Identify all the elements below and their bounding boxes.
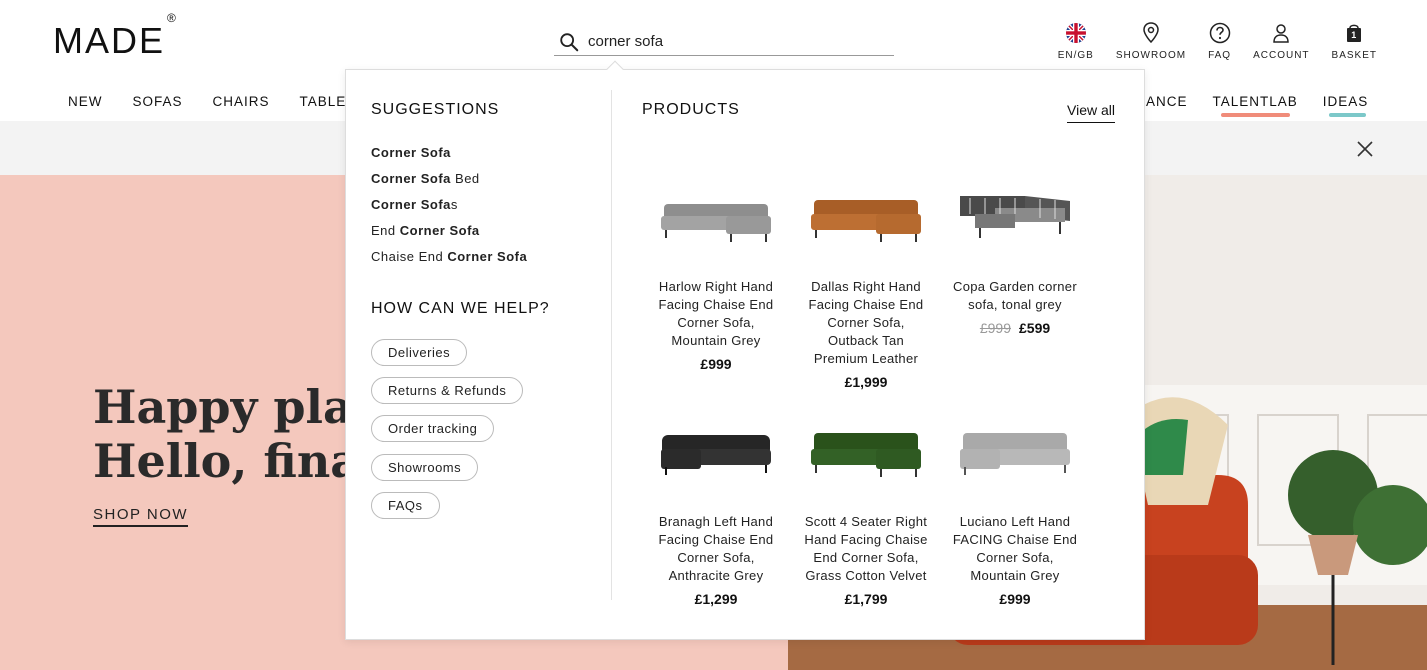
dropdown-caret xyxy=(606,60,624,78)
suggestions-title: SUGGESTIONS xyxy=(371,101,500,118)
product-card[interactable]: Branagh Left Hand Facing Chaise End Corn… xyxy=(651,411,781,607)
basket-count: 1 xyxy=(1351,30,1358,40)
product-image[interactable] xyxy=(801,176,931,256)
suggestion-item[interactable]: Corner Sofa xyxy=(371,145,451,160)
product-name[interactable]: Luciano Left Hand FACING Chaise End Corn… xyxy=(950,513,1080,585)
help-order-tracking-button[interactable]: Order tracking xyxy=(371,415,495,442)
product-old-price: £999 xyxy=(979,320,1011,336)
search-input[interactable] xyxy=(588,33,868,50)
product-name[interactable]: Scott 4 Seater Right Hand Facing Chaise … xyxy=(801,513,931,585)
suggestion-item[interactable]: End Corner Sofa xyxy=(371,223,480,238)
basket-link[interactable]: 1 BASKET xyxy=(1332,22,1377,61)
language-label: EN/GB xyxy=(1057,50,1094,61)
product-card[interactable]: Harlow Right Hand Facing Chaise End Corn… xyxy=(651,176,781,372)
product-card[interactable]: Scott 4 Seater Right Hand Facing Chaise … xyxy=(801,411,931,607)
suggestion-item[interactable]: Chaise End Corner Sofa xyxy=(371,249,527,264)
nav-chairs[interactable]: CHAIRS xyxy=(213,94,270,109)
location-pin-icon xyxy=(1143,22,1159,44)
showroom-label: SHOWROOM xyxy=(1115,50,1187,61)
product-price: £1,999 xyxy=(844,374,888,390)
product-name[interactable]: Branagh Left Hand Facing Chaise End Corn… xyxy=(651,513,781,585)
language-selector[interactable]: EN/GB xyxy=(1058,22,1094,61)
help-deliveries-button[interactable]: Deliveries xyxy=(371,339,468,366)
product-price: £999 £599 xyxy=(950,320,1080,336)
product-image[interactable] xyxy=(651,411,781,491)
hero-title-line-1: Happy plac xyxy=(93,380,381,434)
product-image[interactable] xyxy=(651,176,781,256)
main-nav-right: ANCE TALENTLAB IDEAS xyxy=(1146,94,1393,117)
uk-flag-icon xyxy=(1065,23,1086,43)
user-icon xyxy=(1273,24,1290,43)
logo-text: MADE xyxy=(53,20,166,61)
account-link[interactable]: ACCOUNT xyxy=(1253,22,1309,61)
help-showrooms-button[interactable]: Showrooms xyxy=(371,454,479,481)
close-icon[interactable] xyxy=(1356,140,1374,158)
search-icon[interactable] xyxy=(558,31,580,53)
nav-sofas[interactable]: SOFAS xyxy=(133,94,183,109)
question-icon xyxy=(1209,22,1230,44)
products-title: PRODUCTS xyxy=(642,101,740,118)
hero-title: Happy plac Hello, fina xyxy=(93,380,381,488)
product-card[interactable]: Dallas Right Hand Facing Chaise End Corn… xyxy=(801,176,931,390)
product-price: £999 xyxy=(999,591,1031,607)
product-price: £999 xyxy=(700,356,732,372)
nav-clearance[interactable]: ANCE xyxy=(1146,94,1188,109)
help-faqs-button[interactable]: FAQs xyxy=(371,492,440,519)
product-image[interactable] xyxy=(950,411,1080,491)
product-price: £1,799 xyxy=(844,591,888,607)
faq-link[interactable]: FAQ xyxy=(1208,22,1231,61)
page: MADE® EN/GB SHOWROOM FAQ ACCOUNT 1 BASKE… xyxy=(0,0,1427,670)
hero-title-line-2: Hello, fina xyxy=(93,434,361,488)
product-card[interactable]: Luciano Left Hand FACING Chaise End Corn… xyxy=(950,411,1080,607)
logo-registered-mark: ® xyxy=(167,11,178,25)
showroom-link[interactable]: SHOWROOM xyxy=(1116,22,1186,61)
faq-label: FAQ xyxy=(1208,50,1232,61)
product-name[interactable]: Harlow Right Hand Facing Chaise End Corn… xyxy=(651,278,781,350)
product-sale-price: £599 xyxy=(1019,320,1051,336)
product-card[interactable]: Copa Garden corner sofa, tonal grey £999… xyxy=(950,176,1080,336)
product-price: £1,299 xyxy=(694,591,738,607)
basket-label: BASKET xyxy=(1331,50,1377,61)
product-name[interactable]: Dallas Right Hand Facing Chaise End Corn… xyxy=(801,278,931,368)
nav-ideas[interactable]: IDEAS xyxy=(1323,94,1369,117)
made-logo[interactable]: MADE® xyxy=(53,11,178,62)
product-image[interactable] xyxy=(950,176,1080,256)
nav-talentlab[interactable]: TALENTLAB xyxy=(1213,94,1298,117)
main-nav: NEW SOFAS CHAIRS TABLES xyxy=(68,94,386,109)
account-label: ACCOUNT xyxy=(1253,50,1310,61)
help-title: HOW CAN WE HELP? xyxy=(371,300,550,317)
view-all-link[interactable]: View all xyxy=(1067,102,1115,123)
suggestion-item[interactable]: Corner Sofa Bed xyxy=(371,171,480,186)
product-image[interactable] xyxy=(801,411,931,491)
dropdown-divider xyxy=(611,90,612,600)
utility-nav: EN/GB SHOWROOM FAQ ACCOUNT 1 BASKET xyxy=(1058,22,1377,61)
help-returns-button[interactable]: Returns & Refunds xyxy=(371,377,524,404)
search-bar[interactable] xyxy=(554,28,894,56)
suggestion-item[interactable]: Corner Sofas xyxy=(371,197,458,212)
nav-new[interactable]: NEW xyxy=(68,94,103,109)
shop-now-link[interactable]: SHOP NOW xyxy=(93,506,189,527)
search-suggestions-dropdown: SUGGESTIONS Corner Sofa Corner Sofa Bed … xyxy=(345,60,1145,640)
product-name[interactable]: Copa Garden corner sofa, tonal grey xyxy=(950,278,1080,314)
